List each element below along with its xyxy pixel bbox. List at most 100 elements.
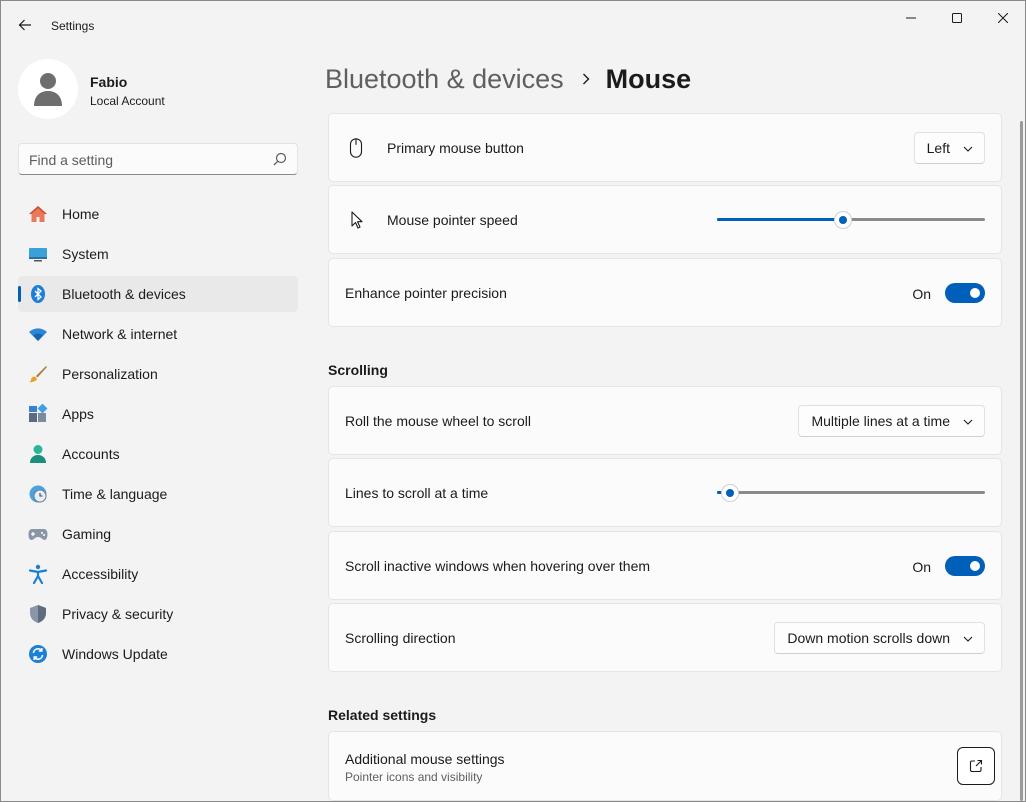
person-icon <box>34 73 62 106</box>
avatar <box>18 59 78 119</box>
system-icon <box>28 244 48 264</box>
toggle-state-text: On <box>912 286 931 302</box>
arrow-left-icon <box>18 19 31 31</box>
sidebar-item-bluetooth-devices[interactable]: Bluetooth & devices <box>18 276 298 312</box>
chevron-down-icon <box>963 419 973 425</box>
scroll-inactive-windows-label: Scroll inactive windows when hovering ov… <box>345 558 651 574</box>
dropdown-value: Down motion scrolls down <box>787 630 950 646</box>
additional-mouse-settings-label: Additional mouse settings <box>345 751 505 767</box>
open-external-button[interactable] <box>957 747 995 785</box>
maximize-button[interactable] <box>934 1 980 35</box>
sidebar-item-personalization[interactable]: Personalization <box>18 356 298 392</box>
app-title: Settings <box>51 19 95 33</box>
primary-mouse-button-label: Primary mouse button <box>387 140 524 156</box>
scrollbar[interactable] <box>1020 121 1023 801</box>
sidebar-item-label: Accessibility <box>62 566 139 582</box>
profile-name: Fabio <box>90 74 128 90</box>
wheel-scroll-card: Roll the mouse wheel to scroll Multiple … <box>328 386 1002 455</box>
enhance-pointer-precision-card: Enhance pointer precision On <box>328 258 1002 327</box>
lines-to-scroll-slider[interactable] <box>717 485 985 501</box>
shield-icon <box>28 604 48 624</box>
additional-mouse-settings-card[interactable]: Additional mouse settings Pointer icons … <box>328 731 1002 801</box>
sidebar-item-windows-update[interactable]: Windows Update <box>18 636 298 672</box>
slider-fill <box>717 218 843 221</box>
dropdown-value: Left <box>926 140 950 156</box>
sidebar-item-label: Network & internet <box>62 326 178 342</box>
minimize-button[interactable] <box>888 1 934 35</box>
scrolling-section-title: Scrolling <box>328 362 388 378</box>
sidebar-item-label: Bluetooth & devices <box>62 286 186 302</box>
sidebar-item-label: Apps <box>62 406 94 422</box>
accounts-icon <box>28 444 48 464</box>
open-external-icon <box>969 759 983 773</box>
search-icon[interactable] <box>273 152 287 166</box>
page-title: Mouse <box>605 63 692 94</box>
scrolling-direction-label: Scrolling direction <box>345 630 456 646</box>
update-icon <box>28 644 48 664</box>
chevron-down-icon <box>963 636 973 642</box>
enhance-pointer-precision-toggle[interactable] <box>945 283 985 303</box>
gamepad-icon <box>28 524 48 544</box>
back-button[interactable] <box>11 11 39 39</box>
slider-thumb[interactable] <box>722 485 739 501</box>
sidebar-item-label: Windows Update <box>62 646 168 662</box>
breadcrumb-parent-link[interactable]: Bluetooth & devices <box>325 64 564 95</box>
lines-to-scroll-label: Lines to scroll at a time <box>345 485 489 501</box>
scroll-inactive-windows-card: Scroll inactive windows when hovering ov… <box>328 531 1002 600</box>
sidebar-item-system[interactable]: System <box>18 236 298 272</box>
sidebar-nav: Home System Bluetooth & devices Network … <box>18 196 298 676</box>
sidebar-item-time-language[interactable]: Time & language <box>18 476 298 512</box>
sidebar-item-apps[interactable]: Apps <box>18 396 298 432</box>
accessibility-icon <box>28 564 48 584</box>
globe-clock-icon <box>28 484 48 504</box>
wheel-scroll-label: Roll the mouse wheel to scroll <box>345 413 531 429</box>
minimize-icon <box>906 17 916 19</box>
toggle-state-text: On <box>912 559 931 575</box>
sidebar-item-label: Home <box>62 206 100 222</box>
sidebar-item-label: Privacy & security <box>62 606 174 622</box>
enhance-pointer-precision-label: Enhance pointer precision <box>345 285 507 301</box>
mouse-icon <box>349 138 363 158</box>
mouse-pointer-speed-label: Mouse pointer speed <box>387 212 518 228</box>
sidebar-item-label: Gaming <box>62 526 112 542</box>
pointer-speed-slider[interactable] <box>717 212 985 228</box>
scrolling-direction-dropdown[interactable]: Down motion scrolls down <box>774 622 985 654</box>
title-bar: Settings <box>1 1 1025 49</box>
scroll-inactive-windows-toggle[interactable] <box>945 556 985 576</box>
close-icon <box>998 13 1008 23</box>
sidebar-item-accounts[interactable]: Accounts <box>18 436 298 472</box>
sidebar-item-gaming[interactable]: Gaming <box>18 516 298 552</box>
lines-to-scroll-card: Lines to scroll at a time <box>328 458 1002 527</box>
slider-track <box>717 491 985 494</box>
sidebar-item-label: Accounts <box>62 446 120 462</box>
dropdown-value: Multiple lines at a time <box>811 413 950 429</box>
profile-account-type: Local Account <box>90 94 165 108</box>
search-box <box>18 143 298 175</box>
bluetooth-icon <box>28 284 48 304</box>
sidebar-item-label: Personalization <box>62 366 158 382</box>
primary-mouse-button-dropdown[interactable]: Left <box>913 132 985 164</box>
breadcrumb: Bluetooth & devices Mouse <box>325 59 691 99</box>
related-settings-title: Related settings <box>328 707 437 723</box>
wifi-icon <box>28 324 48 344</box>
scrolling-direction-card: Scrolling direction Down motion scrolls … <box>328 603 1002 672</box>
wheel-scroll-dropdown[interactable]: Multiple lines at a time <box>798 405 985 437</box>
additional-mouse-settings-description: Pointer icons and visibility <box>345 770 483 784</box>
brush-icon <box>28 364 48 384</box>
apps-icon <box>28 404 48 424</box>
sidebar-item-privacy-security[interactable]: Privacy & security <box>18 596 298 632</box>
chevron-down-icon <box>963 146 973 152</box>
pointer-icon <box>351 211 363 229</box>
search-input[interactable] <box>29 150 269 170</box>
home-icon <box>28 204 48 224</box>
sidebar-item-home[interactable]: Home <box>18 196 298 232</box>
slider-thumb[interactable] <box>834 212 851 228</box>
sidebar-item-network[interactable]: Network & internet <box>18 316 298 352</box>
sidebar-item-label: System <box>62 246 109 262</box>
close-button[interactable] <box>980 1 1026 35</box>
maximize-icon <box>952 13 962 23</box>
sidebar-item-accessibility[interactable]: Accessibility <box>18 556 298 592</box>
sidebar-item-label: Time & language <box>62 486 168 502</box>
primary-mouse-button-card: Primary mouse button Left <box>328 113 1002 182</box>
mouse-pointer-speed-card: Mouse pointer speed <box>328 185 1002 254</box>
